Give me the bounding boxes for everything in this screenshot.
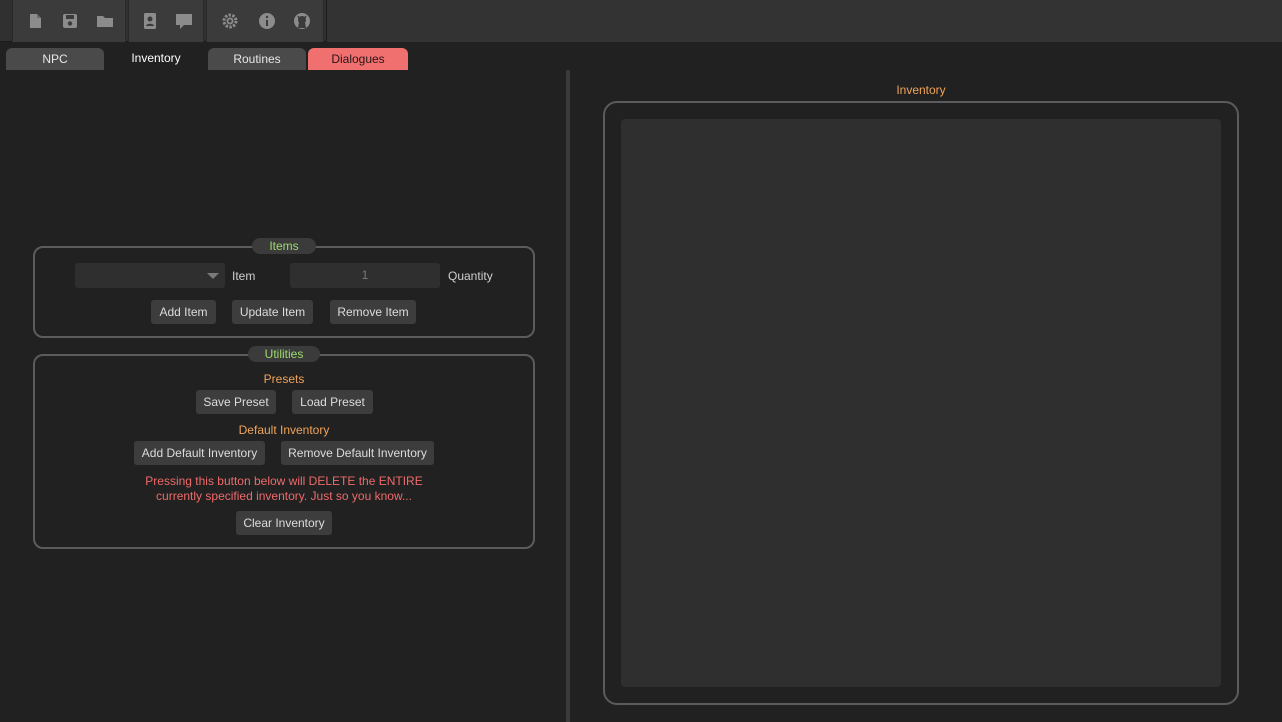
tab-inventory[interactable]: Inventory [106,46,206,70]
add-default-inventory-button[interactable]: Add Default Inventory [134,441,265,465]
contact-card-icon[interactable] [141,12,159,30]
clear-inventory-button[interactable]: Clear Inventory [236,511,332,535]
update-item-button[interactable]: Update Item [232,300,313,324]
save-icon[interactable] [61,12,79,30]
app-toolbar-group [206,0,324,42]
tab-dialogues[interactable]: Dialogues [308,48,408,70]
npc-toolbar-group [128,0,204,42]
tab-npc[interactable]: NPC [6,48,104,70]
speech-bubble-icon[interactable] [175,12,193,30]
items-group-title: Items [252,238,316,254]
item-label: Item [232,269,256,283]
default-inventory-heading: Default Inventory [238,423,330,437]
new-file-icon[interactable] [26,12,44,30]
clear-warning-line-1: Pressing this button below will DELETE t… [145,474,423,488]
open-folder-icon[interactable] [96,12,114,30]
remove-item-button[interactable]: Remove Item [330,300,416,324]
chevron-down-icon [207,273,219,279]
toolbar-spacer [326,0,1282,42]
remove-default-inventory-button[interactable]: Remove Default Inventory [281,441,434,465]
quantity-input[interactable]: 1 [290,263,440,288]
clear-warning-line-2: currently specified inventory. Just so y… [156,489,412,503]
file-toolbar-group [12,0,126,42]
quantity-label: Quantity [448,269,493,283]
tab-routines[interactable]: Routines [208,48,306,70]
presets-heading: Presets [263,372,305,386]
info-icon[interactable] [258,12,276,30]
inventory-panel-title: Inventory [896,83,946,97]
github-icon[interactable] [293,12,311,30]
inventory-list[interactable] [621,119,1221,687]
load-preset-button[interactable]: Load Preset [292,390,373,414]
utilities-group-title: Utilities [248,346,320,362]
gear-icon[interactable] [221,12,239,30]
add-item-button[interactable]: Add Item [151,300,216,324]
item-select[interactable] [75,263,225,288]
items-group [33,246,535,338]
panel-splitter[interactable] [566,70,570,722]
save-preset-button[interactable]: Save Preset [196,390,276,414]
